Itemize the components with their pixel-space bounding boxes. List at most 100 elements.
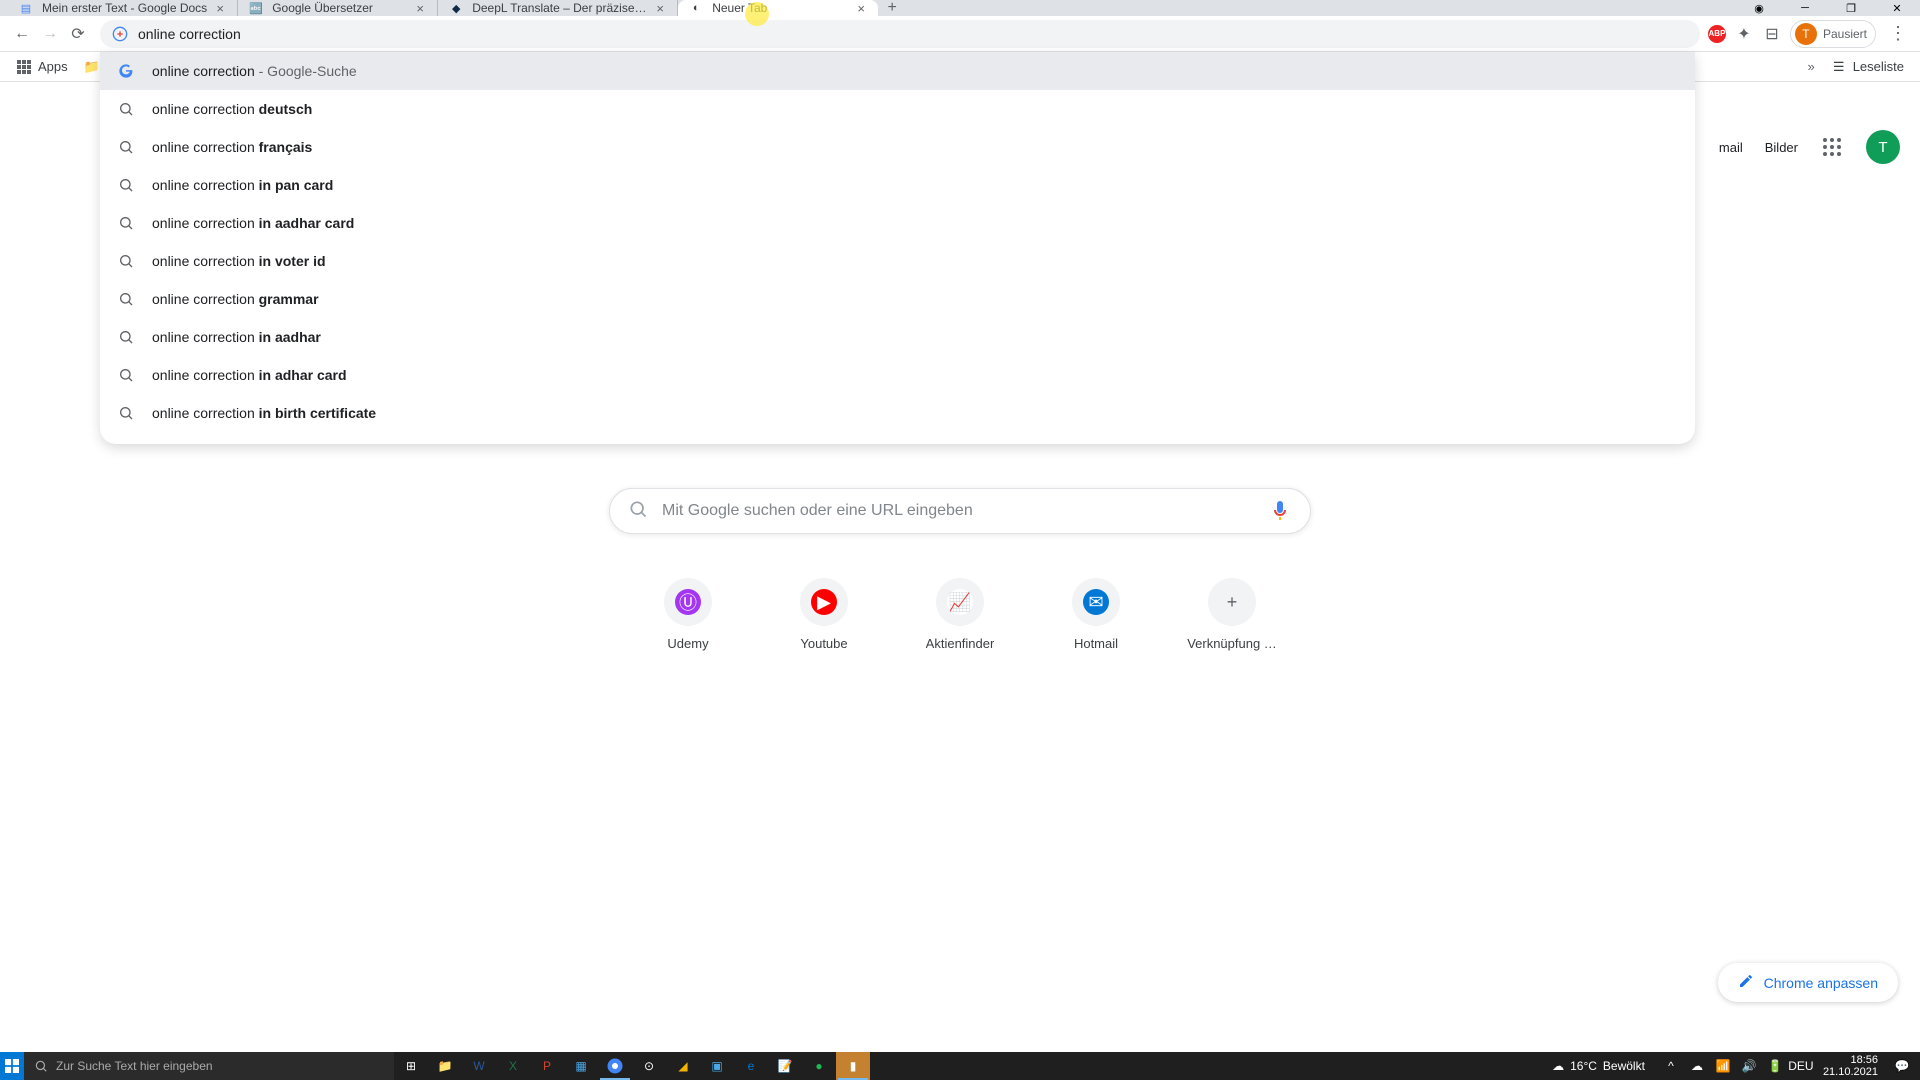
onedrive-icon[interactable]: ☁	[1687, 1059, 1707, 1073]
notifications-button[interactable]: 💬	[1890, 1052, 1914, 1080]
adblock-icon[interactable]: ABP	[1708, 25, 1726, 43]
reading-list-button[interactable]: ☰ Leseliste	[1823, 59, 1912, 75]
close-icon[interactable]: ×	[653, 1, 667, 15]
deepl-icon: ◆	[448, 0, 464, 16]
chrome-icon[interactable]	[598, 1052, 632, 1080]
app-icon-2[interactable]: ◢	[666, 1052, 700, 1080]
close-icon[interactable]: ×	[413, 1, 427, 15]
omnibox-suggestion[interactable]: online correction deutsch	[100, 90, 1695, 128]
close-icon[interactable]: ×	[854, 1, 868, 15]
spotify-icon[interactable]: ●	[802, 1052, 836, 1080]
excel-icon[interactable]: X	[496, 1052, 530, 1080]
profile-button[interactable]: T Pausiert	[1790, 20, 1876, 48]
shortcut-tile[interactable]: ▶Youtube	[768, 578, 880, 651]
shortcuts-row: ⓊUdemy ▶Youtube 📈Aktienfinder ✉Hotmail +Verk…	[632, 578, 1288, 651]
weather-widget[interactable]: ☁ 16°C Bewölkt	[1542, 1059, 1655, 1073]
reload-button[interactable]: ⟳	[64, 20, 92, 48]
tab-strip: ▤ Mein erster Text - Google Docs × 🔤 Goo…	[0, 0, 1920, 16]
pencil-icon	[1738, 973, 1754, 992]
shortcut-icon: Ⓤ	[675, 589, 701, 615]
battery-icon[interactable]: 🔋	[1765, 1059, 1785, 1073]
volume-icon[interactable]: 🔊	[1739, 1059, 1759, 1073]
tab-title: Mein erster Text - Google Docs	[42, 1, 207, 15]
top-links: mail Bilder T	[1719, 130, 1900, 164]
close-window-button[interactable]: ✕	[1874, 0, 1920, 16]
omnibox-suggestion[interactable]: online correction in aadhar	[100, 318, 1695, 356]
profile-indicator-icon[interactable]: ◉	[1736, 0, 1782, 16]
suggestion-text: online correction in adhar card	[152, 367, 347, 383]
profile-avatar-icon: T	[1795, 23, 1817, 45]
omnibox-suggestion[interactable]: online correction in aadhar card	[100, 204, 1695, 242]
language-indicator[interactable]: DEU	[1791, 1059, 1811, 1073]
new-tab-button[interactable]: +	[878, 0, 906, 16]
shortcut-icon: ▶	[811, 589, 837, 615]
close-icon[interactable]: ×	[213, 1, 227, 15]
tab-newtab[interactable]: ◐ Neuer Tab ×	[678, 0, 878, 16]
omnibox-suggestion[interactable]: online correction in voter id	[100, 242, 1695, 280]
omnibox-suggestion[interactable]: online correction français	[100, 128, 1695, 166]
search-icon	[118, 215, 134, 231]
apps-label: Apps	[38, 59, 68, 74]
omnibox-suggestion[interactable]: online correction - Google-Suche	[100, 52, 1695, 90]
search-icon	[118, 139, 134, 155]
reading-list-label: Leseliste	[1853, 59, 1904, 74]
reading-list-icon[interactable]: ⊟	[1762, 24, 1782, 44]
app-icon[interactable]: ▦	[564, 1052, 598, 1080]
windows-search-box[interactable]: Zur Suche Text hier eingeben	[24, 1052, 394, 1080]
address-input[interactable]	[138, 26, 1688, 42]
explorer-icon[interactable]: 📁	[428, 1052, 462, 1080]
omnibox-suggestion[interactable]: online correction in pan card	[100, 166, 1695, 204]
maximize-button[interactable]: ❐	[1828, 0, 1874, 16]
minimize-button[interactable]: ─	[1782, 0, 1828, 16]
shortcut-tile[interactable]: ⓊUdemy	[632, 578, 744, 651]
shortcut-tile[interactable]: ✉Hotmail	[1040, 578, 1152, 651]
tray-chevron-icon[interactable]: ^	[1661, 1059, 1681, 1073]
search-icon	[118, 291, 134, 307]
images-link[interactable]: Bilder	[1765, 140, 1798, 155]
notepad-icon[interactable]: 📝	[768, 1052, 802, 1080]
taskbar-clock[interactable]: 18:56 21.10.2021	[1817, 1054, 1884, 1078]
google-g-icon	[112, 26, 128, 42]
folder-icon: 📁	[84, 59, 100, 75]
forward-button[interactable]: →	[36, 20, 64, 48]
apps-grid-icon	[16, 59, 32, 75]
search-icon	[118, 253, 134, 269]
tab-deepl[interactable]: ◆ DeepL Translate – Der präziseste ×	[438, 0, 678, 16]
overflow-icon[interactable]: »	[1807, 59, 1814, 74]
edge-icon[interactable]: e	[734, 1052, 768, 1080]
account-avatar[interactable]: T	[1866, 130, 1900, 164]
omnibox-suggestion[interactable]: online correction in birth certificate	[100, 394, 1695, 432]
voice-search-button[interactable]	[1268, 499, 1292, 523]
app-icon-4[interactable]: ▮	[836, 1052, 870, 1080]
omnibox-suggestion[interactable]: online correction grammar	[100, 280, 1695, 318]
system-tray: ☁ 16°C Bewölkt ^ ☁ 📶 🔊 🔋 DEU 18:56 21.10…	[1542, 1052, 1920, 1080]
search-icon	[118, 329, 134, 345]
customize-chrome-button[interactable]: Chrome anpassen	[1718, 963, 1898, 1002]
tab-docs[interactable]: ▤ Mein erster Text - Google Docs ×	[8, 0, 238, 16]
task-view-button[interactable]: ⊞	[394, 1052, 428, 1080]
google-apps-button[interactable]	[1820, 135, 1844, 159]
tab-translate[interactable]: 🔤 Google Übersetzer ×	[238, 0, 438, 16]
suggestion-text: online correction in aadhar	[152, 329, 321, 345]
address-bar[interactable]	[100, 20, 1700, 48]
tab-title: Google Übersetzer	[272, 1, 407, 15]
powerpoint-icon[interactable]: P	[530, 1052, 564, 1080]
add-shortcut-button[interactable]: +Verknüpfung …	[1176, 578, 1288, 651]
google-search-box[interactable]: Mit Google suchen oder eine URL eingeben	[609, 488, 1311, 534]
app-icon-3[interactable]: ▣	[700, 1052, 734, 1080]
suggestion-text: online correction in birth certificate	[152, 405, 376, 421]
search-icon	[118, 177, 134, 193]
browser-menu-button[interactable]: ⋮	[1884, 20, 1912, 48]
extensions-icon[interactable]: ✦	[1734, 24, 1754, 44]
search-icon	[118, 405, 134, 421]
network-icon[interactable]: 📶	[1713, 1059, 1733, 1073]
apps-button[interactable]: Apps	[8, 59, 76, 75]
obs-icon[interactable]: ⊙	[632, 1052, 666, 1080]
shortcut-tile[interactable]: 📈Aktienfinder	[904, 578, 1016, 651]
search-placeholder: Mit Google suchen oder eine URL eingeben	[662, 502, 1268, 520]
suggestion-text: online correction français	[152, 139, 312, 155]
back-button[interactable]: ←	[8, 20, 36, 48]
start-button[interactable]	[0, 1052, 24, 1080]
omnibox-suggestion[interactable]: online correction in adhar card	[100, 356, 1695, 394]
word-icon[interactable]: W	[462, 1052, 496, 1080]
